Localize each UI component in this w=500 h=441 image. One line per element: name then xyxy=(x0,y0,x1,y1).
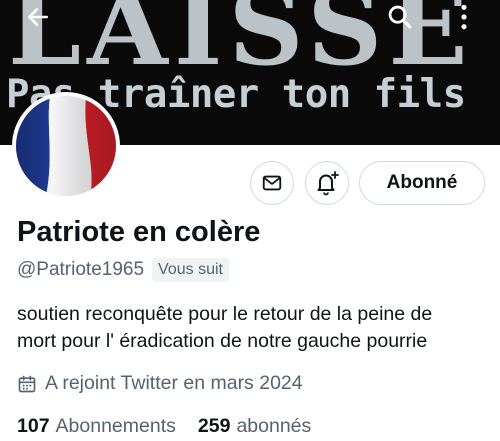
followers-link[interactable]: 259 abonnés xyxy=(198,415,311,438)
calendar-icon xyxy=(17,374,37,394)
french-flag-image xyxy=(16,96,116,196)
search-icon xyxy=(388,5,412,29)
profile-bio: soutien reconquête pour le retour de la … xyxy=(17,301,487,355)
following-count: 107 xyxy=(17,415,50,437)
join-date: A rejoint Twitter en mars 2024 xyxy=(17,372,303,395)
follows-you-badge: Vous suit xyxy=(152,258,229,282)
followers-count: 259 xyxy=(197,415,231,437)
bio-line: soutien reconquête pour le retour de la … xyxy=(17,303,433,325)
envelope-icon xyxy=(262,175,282,191)
following-label: Abonnements xyxy=(55,415,176,437)
profile-display-name: Patriote en colère xyxy=(17,216,261,248)
handle-row: @Patriote1965 Vous suit xyxy=(17,258,229,282)
profile-handle: @Patriote1965 xyxy=(17,259,145,280)
follow-counts: 107 Abonnements 259 abonnés xyxy=(17,415,311,438)
bell-plus-icon xyxy=(317,171,339,196)
back-button[interactable] xyxy=(18,0,58,34)
search-button[interactable] xyxy=(380,0,420,34)
following-button[interactable]: Abonné xyxy=(359,161,485,205)
notifications-button[interactable] xyxy=(305,161,349,205)
bio-line: mort pour l' éradication de notre gauche… xyxy=(17,330,428,352)
join-date-text: A rejoint Twitter en mars 2024 xyxy=(45,372,303,394)
avatar[interactable] xyxy=(12,92,120,200)
message-button[interactable] xyxy=(250,161,294,205)
arrow-left-icon xyxy=(28,8,48,26)
following-link[interactable]: 107 Abonnements xyxy=(17,415,176,438)
more-options-button[interactable] xyxy=(444,0,484,34)
more-vertical-icon xyxy=(461,4,467,30)
followers-label: abonnés xyxy=(236,415,312,437)
